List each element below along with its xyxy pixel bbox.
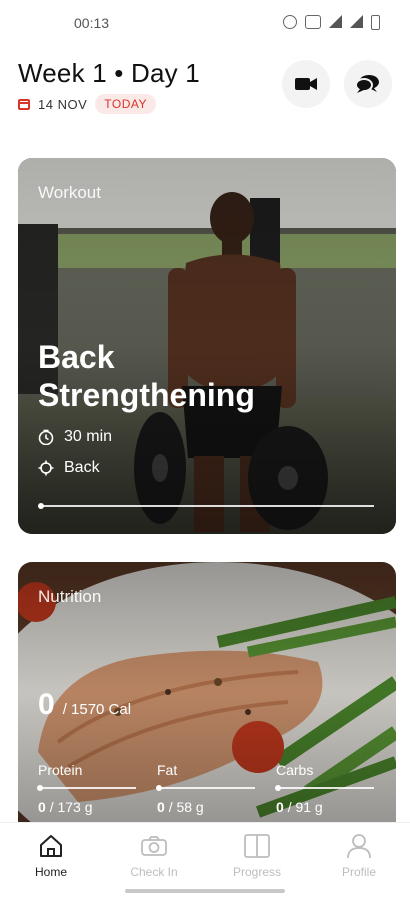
video-camera-icon bbox=[295, 78, 317, 90]
progress-indicator bbox=[275, 785, 281, 791]
home-icon bbox=[40, 835, 62, 857]
macro-label: Carbs bbox=[276, 762, 314, 778]
status-icons bbox=[283, 15, 380, 30]
macro-fat: Fat 0 / 58 g bbox=[156, 762, 255, 815]
nav-home[interactable]: Home bbox=[11, 833, 91, 879]
battery-icon bbox=[371, 15, 380, 30]
workout-progress-bar bbox=[38, 503, 374, 509]
nav-progress-label: Progress bbox=[232, 865, 282, 879]
progress-indicator bbox=[38, 503, 44, 509]
status-time: 00:13 bbox=[74, 15, 110, 31]
macro-value: 0 / 173 g bbox=[38, 799, 136, 815]
wifi-signal-icon bbox=[350, 15, 363, 28]
workout-title-line2: Strengthening bbox=[38, 377, 255, 413]
calories-goal: / 1570 Cal bbox=[62, 701, 132, 718]
video-call-button[interactable] bbox=[282, 60, 330, 108]
macro-protein: Protein 0 / 173 g bbox=[37, 762, 136, 815]
nutrition-section-label: Nutrition bbox=[38, 587, 102, 606]
macro-progress-bar bbox=[275, 785, 374, 791]
duration-label: 30 min bbox=[64, 428, 113, 445]
nav-profile-label: Profile bbox=[341, 865, 376, 879]
date-label: 14 NOV bbox=[38, 96, 88, 112]
workout-card[interactable]: Workout Back Strengthening 30 min Back bbox=[18, 158, 396, 534]
signal-icon bbox=[329, 15, 342, 28]
nfc-icon bbox=[305, 15, 321, 29]
chat-bubbles-icon bbox=[355, 75, 379, 93]
status-bar: 00:13 bbox=[0, 0, 410, 46]
macro-label: Protein bbox=[38, 762, 83, 778]
workout-section-label: Workout bbox=[38, 183, 101, 202]
macro-value: 0 / 58 g bbox=[157, 799, 255, 815]
progress-indicator bbox=[156, 785, 162, 791]
macro-progress-bar bbox=[37, 785, 136, 791]
macro-carbs: Carbs 0 / 91 g bbox=[275, 762, 374, 815]
page-title: Week 1 • Day 1 bbox=[18, 58, 200, 88]
macro-goal: / 58 g bbox=[168, 799, 204, 815]
macro-label: Fat bbox=[157, 762, 178, 778]
macro-value: 0 / 91 g bbox=[276, 799, 374, 815]
workout-title-line1: Back bbox=[38, 339, 115, 375]
nav-progress[interactable]: Progress bbox=[217, 833, 297, 879]
target-icon bbox=[38, 460, 54, 476]
book-icon bbox=[244, 834, 270, 858]
workout-title: Back Strengthening bbox=[38, 338, 255, 414]
macro-consumed: 0 bbox=[157, 799, 165, 815]
hotspot-icon bbox=[283, 15, 297, 29]
macro-consumed: 0 bbox=[276, 799, 284, 815]
macro-consumed: 0 bbox=[38, 799, 46, 815]
macro-goal: / 173 g bbox=[49, 799, 93, 815]
person-icon bbox=[347, 834, 371, 859]
workout-duration: 30 min bbox=[38, 428, 112, 446]
nav-check-in[interactable]: Check In bbox=[114, 833, 194, 879]
nav-profile[interactable]: Profile bbox=[319, 833, 399, 879]
focus-area-label: Back bbox=[64, 459, 100, 476]
nutrition-card[interactable]: Nutrition 0 / 1570 Cal Protein 0 / 173 g… bbox=[18, 562, 396, 822]
workout-focus-area: Back bbox=[38, 459, 100, 477]
progress-indicator bbox=[37, 785, 43, 791]
today-badge: TODAY bbox=[95, 94, 156, 114]
timer-icon bbox=[38, 429, 54, 445]
calorie-summary: 0 / 1570 Cal bbox=[38, 688, 131, 722]
macro-goal: / 91 g bbox=[287, 799, 323, 815]
chat-button[interactable] bbox=[344, 60, 392, 108]
nav-check-in-label: Check In bbox=[130, 865, 178, 879]
calories-consumed: 0 bbox=[38, 688, 55, 721]
date-row: 14 NOV TODAY bbox=[18, 94, 156, 114]
header: Week 1 • Day 1 14 NOV TODAY bbox=[18, 58, 392, 118]
nav-home-label: Home bbox=[34, 865, 67, 879]
gesture-home-bar[interactable] bbox=[125, 889, 285, 893]
macro-progress-bar bbox=[156, 785, 255, 791]
calendar-icon bbox=[18, 98, 30, 110]
camera-icon bbox=[141, 836, 167, 856]
